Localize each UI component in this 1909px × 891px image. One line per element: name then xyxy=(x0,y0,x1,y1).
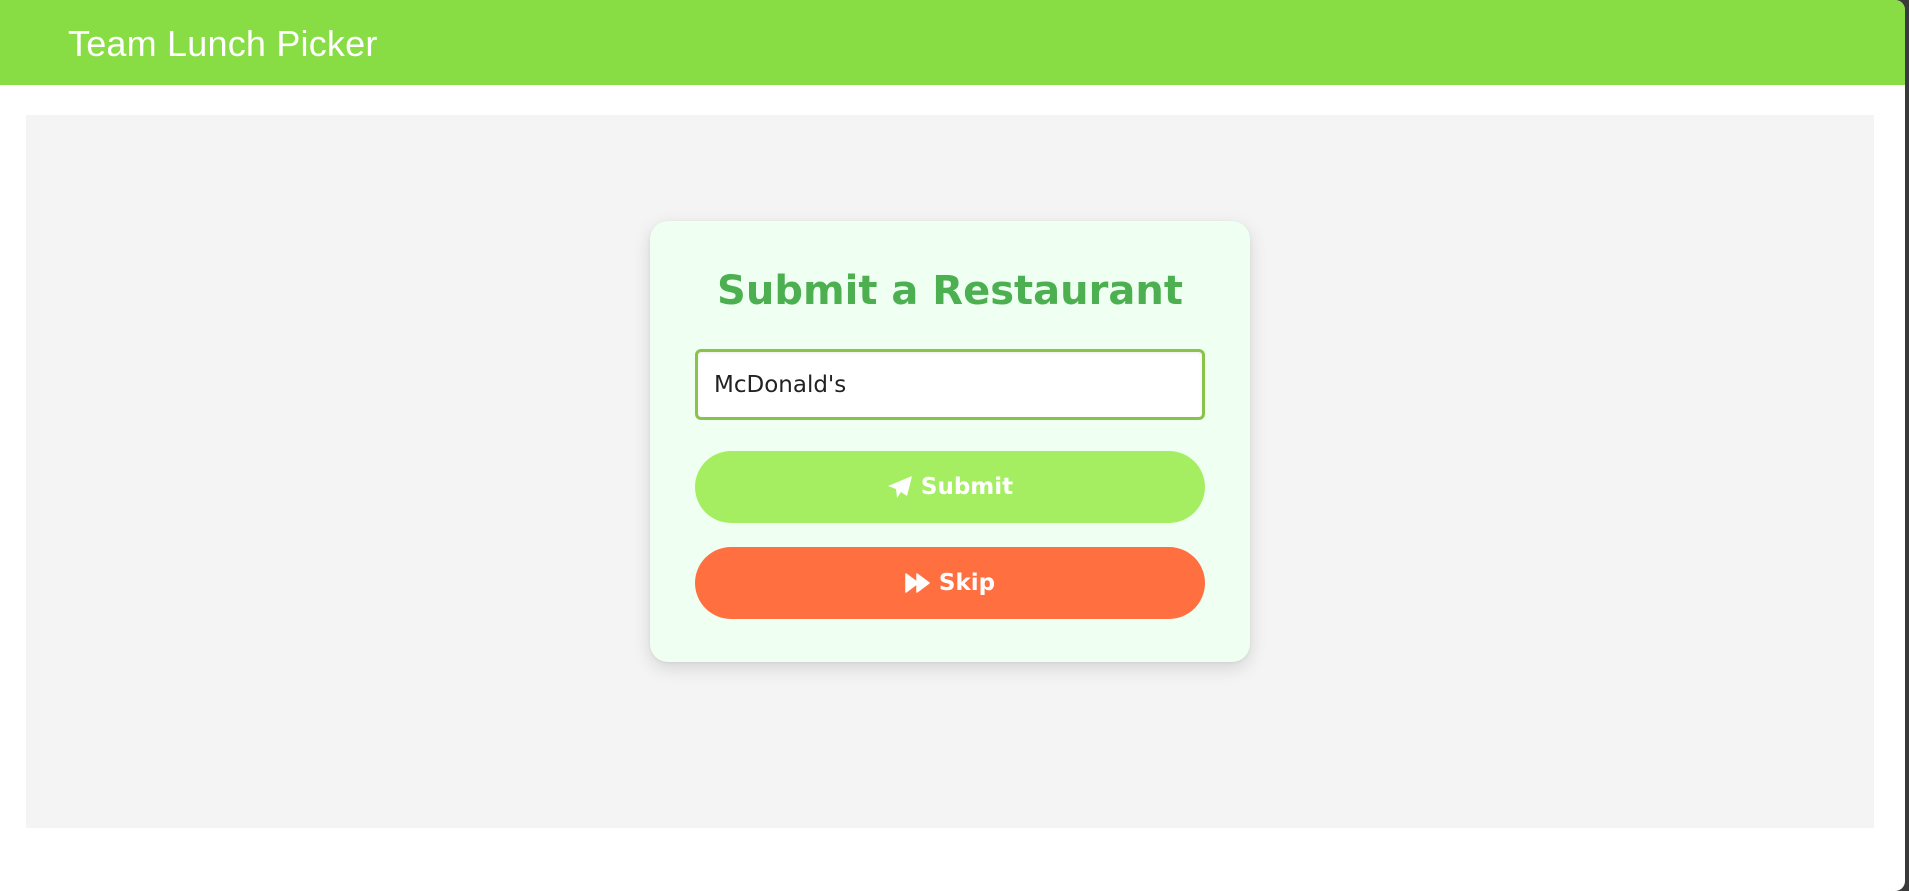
fast-forward-icon xyxy=(905,573,931,593)
main-content: Submit a Restaurant Submit xyxy=(26,115,1874,828)
top-bar: Team Lunch Picker xyxy=(0,0,1905,85)
skip-button-label: Skip xyxy=(938,570,996,596)
submit-restaurant-card: Submit a Restaurant Submit xyxy=(650,221,1250,662)
app-window: Team Lunch Picker Submit a Restaurant Su… xyxy=(0,0,1905,891)
skip-button[interactable]: Skip xyxy=(695,547,1205,619)
paper-plane-icon xyxy=(887,475,913,499)
submit-button[interactable]: Submit xyxy=(695,451,1205,523)
app-title: Team Lunch Picker xyxy=(68,22,378,64)
card-title: Submit a Restaurant xyxy=(717,268,1183,314)
submit-button-label: Submit xyxy=(920,474,1014,500)
restaurant-name-input[interactable] xyxy=(695,349,1205,420)
